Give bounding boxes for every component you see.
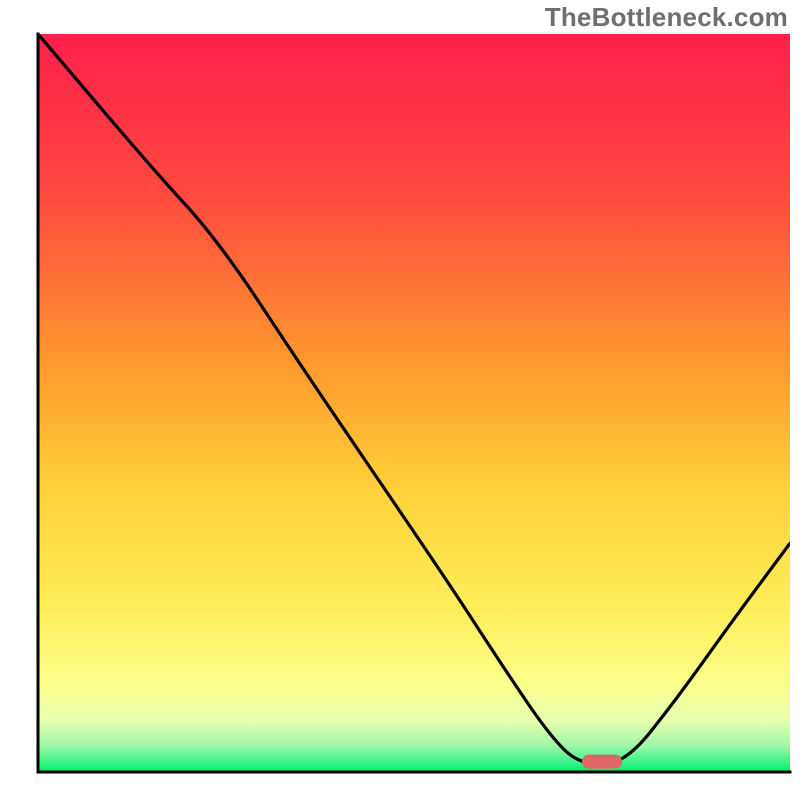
watermark-text: TheBottleneck.com: [545, 2, 788, 33]
bottleneck-chart: [0, 0, 800, 800]
bottleneck-marker: [582, 755, 622, 769]
chart-background: [38, 34, 790, 772]
